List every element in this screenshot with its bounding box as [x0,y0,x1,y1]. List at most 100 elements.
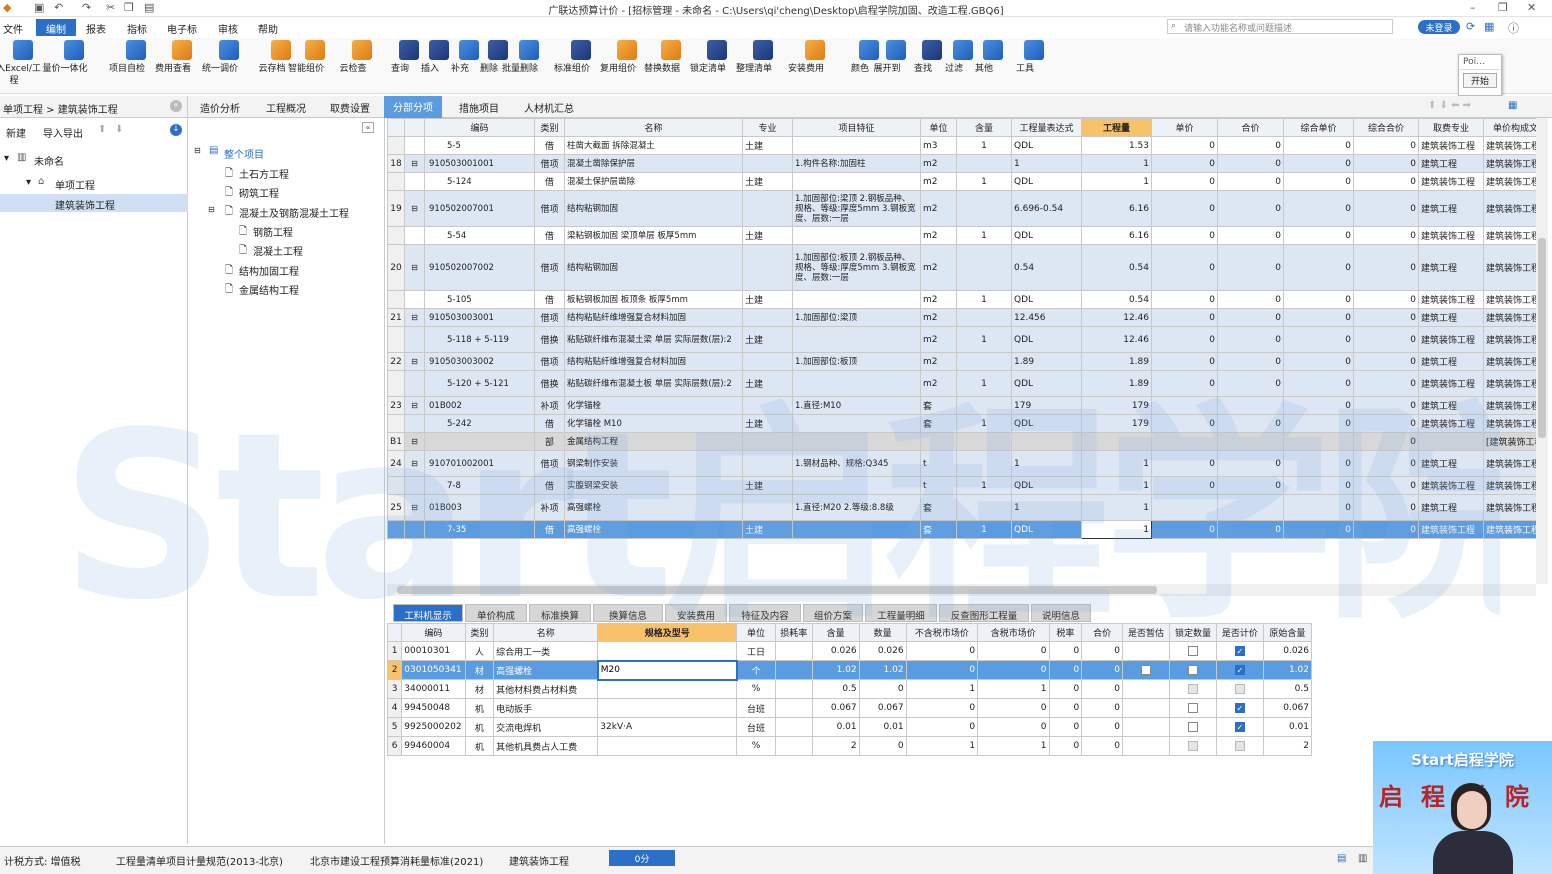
detail-cell-ratio[interactable]: 0.067 [811,698,860,718]
detail-cell-ratio[interactable]: 0.01 [811,717,860,737]
detail-cell-total[interactable]: 0 [1081,660,1124,680]
cell-utotal[interactable]: 0 [1353,476,1419,495]
cell-qty[interactable]: 1.89 [1081,352,1152,371]
lock-qty-cell[interactable] [1168,698,1217,718]
detail-header-6[interactable]: 含量 [811,623,860,642]
cell-file[interactable]: 建筑装饰工程 [1483,396,1536,415]
cell-uprice[interactable]: 0 [1283,370,1354,397]
cell-utotal[interactable]: 0 [1353,494,1419,521]
cell-total[interactable]: 0 [1217,244,1284,291]
detail-cell-orig[interactable]: 2 [1262,736,1313,756]
cell-feature[interactable]: 1.钢材品种、规格:Q345 [792,450,921,477]
cell-file[interactable]: 建筑装饰工程 [1483,326,1536,353]
cell-total[interactable]: 0 [1217,290,1284,309]
cell-fee[interactable]: 建筑装饰工程 [1418,326,1484,353]
cell-name[interactable]: 高强螺栓 [564,520,743,539]
move-up-icon[interactable]: ⬆ [98,124,106,135]
cell-price[interactable]: 0 [1151,136,1218,155]
detail-row[interactable]: 5 9925000202 机交流电焊机 32kV·A 台班 0.01 0.01 0 0 0 0 ✓ 0.… [386,717,1313,737]
estimate-cell[interactable] [1122,698,1170,718]
is-priced-cell-checkbox[interactable]: ✓ [1234,702,1245,713]
cell-ratio[interactable]: 1 [956,520,1012,539]
detail-header-1[interactable]: 类别 [464,623,495,642]
cell-expr[interactable]: QDL [1011,226,1082,245]
cell-price[interactable]: 0 [1151,172,1218,191]
grid-row[interactable]: 25 ⊟ 01B003 补项 高强螺栓 1.直径:M20 2.等级:8.8级套 1 1 0 0 建筑… [387,494,1536,521]
detail-cell-model[interactable] [597,641,738,661]
login-button[interactable]: 未登录 [1418,20,1460,34]
cell-type[interactable]: 借项 [534,154,565,173]
cell-spec[interactable]: 土建 [742,326,793,353]
grid-header-14[interactable]: 单价构成文件 [1483,118,1536,137]
cell-feature[interactable] [792,370,921,397]
collapse-toggle-icon[interactable]: ⊟ [404,352,425,371]
detail-cell-orig[interactable]: 0.01 [1262,717,1313,737]
cell-uprice[interactable]: 0 [1283,244,1354,291]
cell-file[interactable]: 建筑装饰工程 [1483,370,1536,397]
collapse-toggle-icon[interactable]: ⊟ [404,190,425,227]
detail-cell-total[interactable]: 0 [1081,698,1124,718]
cell-feature[interactable] [792,226,921,245]
ribbon-button-18[interactable]: 安装费用 [788,40,833,75]
cell-qty[interactable]: 1 [1081,450,1152,477]
detail-cell-type[interactable]: 材 [464,679,495,699]
cell-file[interactable]: 建筑装饰工程 [1483,226,1536,245]
cell-name[interactable]: 钢梁制作安装 [564,450,743,477]
section-item[interactable]: 砌筑工程 [239,185,279,200]
cell-unit[interactable]: t [920,476,957,495]
cell-type[interactable]: 借 [534,520,565,539]
menu-edit[interactable]: 编制 [36,19,76,36]
detail-cell-type[interactable]: 机 [464,698,495,718]
grid-header-12[interactable]: 综合合价 [1353,118,1419,137]
cell-feature[interactable] [792,476,921,495]
cell-feature[interactable]: 1.加固部位:梁顶 2.钢板品种、规格、等级:厚度5mm 3.钢板宽度、层数:一… [792,190,921,227]
settings-icon[interactable]: ▦ [1508,100,1517,111]
cell-uprice[interactable]: 0 [1283,396,1354,415]
cell-uprice[interactable]: 0 [1283,326,1354,353]
detail-cell-type[interactable]: 材 [464,660,495,680]
cell-utotal[interactable]: 0 [1353,290,1419,309]
collapse-toggle-icon[interactable]: ⊟ [404,432,425,451]
cell-code[interactable]: 5-242 [424,414,535,433]
grid-header-3[interactable]: 专业 [742,118,793,137]
cell-price[interactable]: 0 [1151,190,1218,227]
cell-uprice[interactable]: 0 [1283,172,1354,191]
cell-code[interactable]: 910502007001 [424,190,535,227]
cell-spec[interactable] [742,244,793,291]
cell-expr[interactable]: QDL [1011,370,1082,397]
cell-uprice[interactable]: 0 [1283,450,1354,477]
detail-row[interactable]: 4 99450048 机电动扳手 台班 0.067 0.067 0 0 0 0 ✓ 0.067 [386,698,1313,718]
cell-uprice[interactable]: 0 [1283,154,1354,173]
cell-spec[interactable]: 土建 [742,370,793,397]
is-priced-cell[interactable] [1215,736,1264,756]
lock-qty-cell-checkbox[interactable] [1187,740,1198,751]
cell-qty[interactable]: 6.16 [1081,190,1152,227]
collapse-toggle-icon[interactable]: ⊟ [404,396,425,415]
btab-description[interactable]: 说明信息 [1031,604,1091,622]
estimate-cell[interactable] [1122,660,1170,680]
detail-cell-code[interactable]: 99450048 [401,698,466,718]
cell-code[interactable]: 5-120 + 5-121 [424,370,535,397]
detail-cell-name[interactable]: 电动扳手 [493,698,599,718]
cell-unit[interactable]: m2 [920,154,957,173]
project-tree-leaf[interactable]: 建筑装饰工程 [55,197,115,212]
cell-total[interactable]: 0 [1217,370,1284,397]
cell-price[interactable]: 0 [1151,476,1218,495]
cell-feature[interactable] [792,326,921,353]
detail-row[interactable]: 2 0301050341 材高强螺栓 M20 个 1.02 1.02 0 0 0 0 ✓ 1.02 [386,659,1313,681]
detail-header-10[interactable]: 税率 [1048,623,1083,642]
is-priced-cell[interactable]: ✓ [1215,698,1264,718]
cell-code[interactable]: 7-35 [424,520,535,539]
cell-price[interactable]: 0 [1151,370,1218,397]
cell-fee[interactable]: 建筑工程 [1418,244,1484,291]
detail-cell-p2[interactable]: 0 [977,698,1050,718]
grid-header-2[interactable]: 名称 [564,118,743,137]
collapse-icon[interactable]: « [170,100,182,112]
grid-header-9[interactable]: 单价 [1151,118,1218,137]
grid-row[interactable]: 21 ⊟ 910503003001 借项 结构粘贴纤维增强复合材料加固 1.加固部位:梁顶… [387,308,1536,327]
cell-fee[interactable]: 建筑工程 [1418,450,1484,477]
cell-expr[interactable]: 1 [1011,450,1082,477]
grid-row[interactable]: 7-8 借实腹钢梁安装 土建 t 1 QDL 1 0 0 0 0 建筑装饰工程 建筑装饰工程 [387,476,1536,495]
cell-price[interactable]: 0 [1151,414,1218,433]
detail-row[interactable]: 6 99460004 机其他机具费占人工费% 2 0 1 1 0 0 2 [386,736,1313,756]
